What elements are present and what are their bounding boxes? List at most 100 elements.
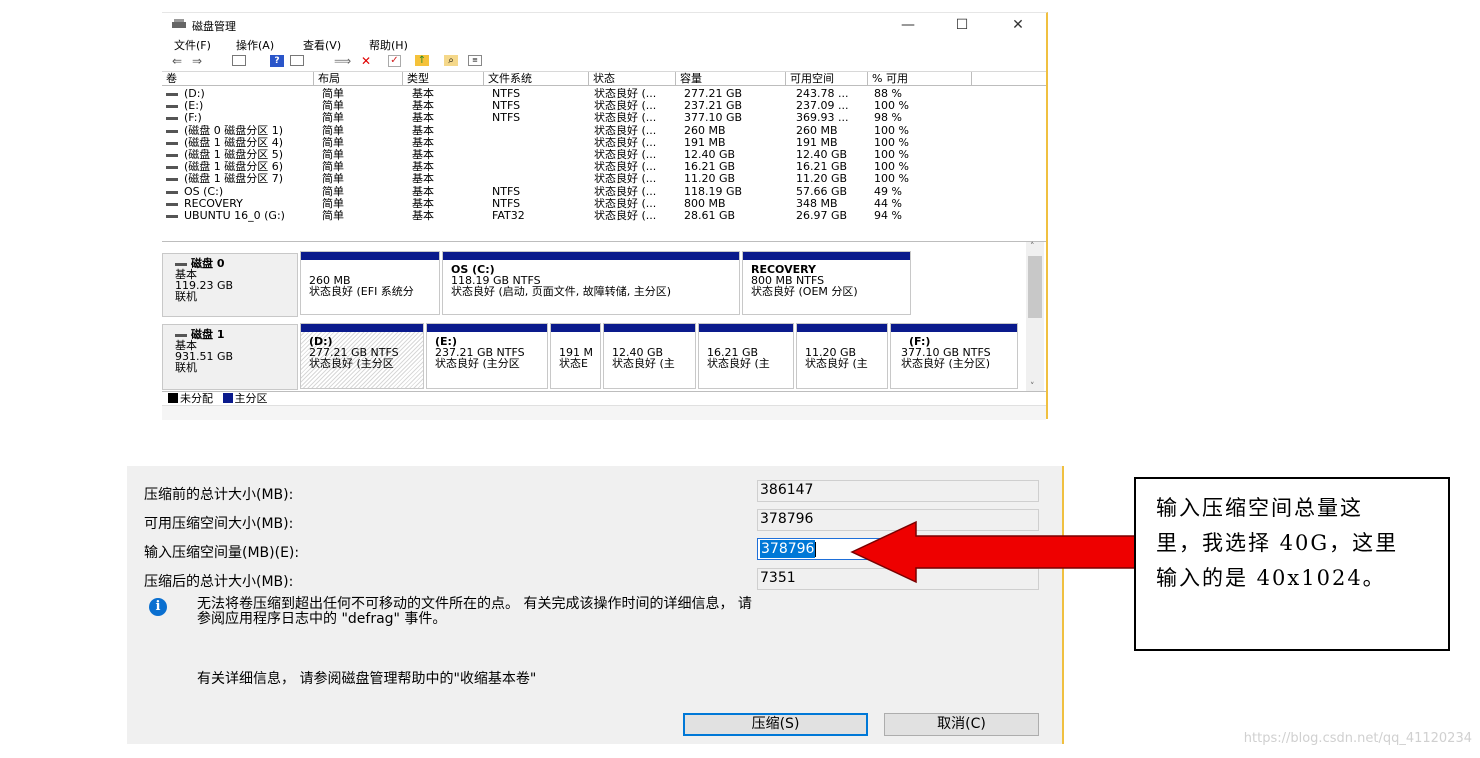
volume-row[interactable]: (磁盘 1 磁盘分区 6) 简单 基本 状态良好 (... 16.21 GB 16.21 …	[162, 161, 1046, 173]
cell-layout: 简单	[322, 173, 344, 186]
cell-layout: 简单	[322, 88, 344, 100]
partition-disk1-7[interactable]: 11.20 GB 状态良好 (主	[796, 323, 888, 389]
partition-status: 状态良好 (主分区)	[901, 357, 991, 370]
column-header-layout[interactable]: 布局	[314, 72, 403, 86]
cell-volume: (磁盘 1 磁盘分区 6)	[184, 161, 284, 174]
cell-type: 基本	[412, 124, 434, 137]
cancel-button[interactable]: 取消(C)	[884, 713, 1039, 736]
cell-volume: RECOVERY	[184, 197, 243, 210]
cell-free: 26.97 GB	[796, 210, 848, 222]
back-arrow-icon[interactable]: ⇐	[170, 55, 184, 67]
cell-free: 191 MB	[796, 136, 838, 149]
cell-filesystem: NTFS	[492, 185, 521, 198]
window-title: 磁盘管理	[192, 20, 236, 33]
cell-volume: (F:)	[184, 112, 202, 125]
cell-type: 基本	[412, 197, 434, 210]
cell-filesystem: NTFS	[492, 88, 521, 100]
partition-status: 状态E	[559, 357, 588, 370]
close-button[interactable]: ✕	[998, 15, 1038, 35]
menu-view[interactable]: 查看(V)	[303, 37, 341, 53]
info-message-line1: 无法将卷压缩到超出任何不可移动的文件所在的点。 有关完成该操作时间的详细信息， …	[197, 596, 752, 612]
scroll-thumb[interactable]	[1028, 256, 1042, 318]
partition-os-c[interactable]: OS (C:) 118.19 GB NTFS 状态良好 (启动, 页面文件, 故…	[442, 251, 740, 315]
column-header-status[interactable]: 状态	[589, 72, 676, 86]
maximize-button[interactable]: ☐	[942, 15, 982, 35]
disk-0-label[interactable]: 磁盘 0 基本 119.23 GB 联机	[162, 253, 298, 317]
import-icon[interactable]: ↑	[415, 55, 429, 66]
volume-row[interactable]: (E:) 简单 基本 NTFS 状态良好 (... 237.21 GB 237.09 ...…	[162, 100, 1046, 112]
cell-free: 243.78 ...	[796, 88, 849, 100]
cell-percent: 44 %	[874, 197, 902, 210]
volume-row[interactable]: RECOVERY 简单 基本 NTFS 状态良好 (... 800 MB 348 MB 44 …	[162, 198, 1046, 210]
column-header-free-space[interactable]: 可用空间	[786, 72, 868, 86]
volume-icon	[166, 93, 178, 96]
column-header-percent-free[interactable]: % 可用	[868, 72, 972, 86]
cell-volume: (D:)	[184, 88, 205, 100]
cell-type: 基本	[412, 136, 434, 149]
column-header-type[interactable]: 类型	[403, 72, 484, 86]
partition-disk1-5[interactable]: 12.40 GB 状态良好 (主	[603, 323, 696, 389]
shrink-button[interactable]: 压缩(S)	[683, 713, 868, 736]
menu-file[interactable]: 文件(F)	[174, 37, 211, 53]
delete-icon[interactable]: ✕	[359, 55, 373, 67]
cell-status: 状态良好 (...	[594, 173, 657, 186]
cell-status: 状态良好 (...	[594, 112, 657, 125]
cell-free: 348 MB	[796, 197, 838, 210]
total-before-field: 386147	[757, 480, 1039, 502]
cell-status: 状态良好 (...	[594, 161, 657, 174]
cell-status: 状态良好 (...	[594, 210, 657, 222]
help-icon[interactable]: ?	[270, 55, 284, 67]
connect-icon[interactable]: ⟹	[334, 55, 351, 67]
volume-row[interactable]: (磁盘 1 磁盘分区 5) 简单 基本 状态良好 (... 12.40 GB 12.40 …	[162, 149, 1046, 161]
volume-row[interactable]: UBUNTU 16_0 (G:) 简单 基本 FAT32 状态良好 (... 28.61 …	[162, 210, 1046, 222]
column-header-volume[interactable]: 卷	[162, 72, 314, 86]
search-icon[interactable]: ⌕	[444, 55, 458, 66]
cell-capacity: 237.21 GB	[684, 100, 743, 113]
status-bar	[162, 405, 1046, 420]
cell-volume: UBUNTU 16_0 (G:)	[184, 210, 285, 222]
cell-status: 状态良好 (...	[594, 88, 657, 100]
list-icon[interactable]: ≡	[468, 55, 482, 66]
cell-status: 状态良好 (...	[594, 197, 657, 210]
partition-disk0-efi[interactable]: 260 MB 状态良好 (EFI 系统分	[300, 251, 440, 315]
cell-capacity: 277.21 GB	[684, 88, 743, 100]
shrink-amount-label: 输入压缩空间量(MB)(E):	[144, 545, 300, 561]
partition-disk1-6[interactable]: 16.21 GB 状态良好 (主	[698, 323, 794, 389]
volume-icon	[166, 202, 178, 206]
cell-capacity: 118.19 GB	[684, 185, 743, 198]
minimize-button[interactable]: —	[888, 15, 928, 35]
console-icon[interactable]	[232, 55, 246, 66]
volume-row[interactable]: (F:) 简单 基本 NTFS 状态良好 (... 377.10 GB 369.93 ...…	[162, 112, 1046, 124]
volume-row[interactable]: (磁盘 0 磁盘分区 1) 简单 基本 状态良好 (... 260 MB 260 MB 10…	[162, 125, 1046, 137]
shrink-amount-value[interactable]: 378796	[760, 540, 816, 558]
volume-row[interactable]: (磁盘 1 磁盘分区 7) 简单 基本 状态良好 (... 11.20 GB 11.20 …	[162, 173, 1046, 185]
cell-percent: 94 %	[874, 210, 902, 222]
cell-free: 16.21 GB	[796, 161, 848, 174]
menu-action[interactable]: 操作(A)	[236, 37, 274, 53]
cell-percent: 100 %	[874, 161, 909, 174]
volume-row[interactable]: (D:) 简单 基本 NTFS 状态良好 (... 277.21 GB 243.78 ...…	[162, 88, 1046, 100]
partition-e[interactable]: (E:) 237.21 GB NTFS 状态良好 (主分区	[426, 323, 548, 389]
volume-row[interactable]: (磁盘 1 磁盘分区 4) 简单 基本 状态良好 (... 191 MB 191 MB 10…	[162, 137, 1046, 149]
column-header-capacity[interactable]: 容量	[676, 72, 786, 86]
volume-row[interactable]: OS (C:) 简单 基本 NTFS 状态良好 (... 118.19 GB 57.66 G…	[162, 186, 1046, 198]
legend-unallocated: 未分配	[180, 392, 213, 405]
annotation-line3: 输入的是 40x1024。	[1156, 566, 1386, 590]
cell-percent: 100 %	[874, 124, 909, 137]
menu-help[interactable]: 帮助(H)	[369, 37, 408, 53]
scroll-up-icon[interactable]: ˄	[1030, 242, 1035, 252]
properties-icon[interactable]	[290, 55, 304, 66]
help-detail-text: 有关详细信息， 请参阅磁盘管理帮助中的"收缩基本卷"	[197, 671, 537, 687]
legend-primary: 主分区	[234, 392, 268, 405]
vertical-scrollbar[interactable]: ˄ ˅	[1026, 242, 1044, 392]
check-icon[interactable]: ✓	[388, 55, 401, 67]
forward-arrow-icon[interactable]: ⇒	[190, 55, 204, 67]
disk-state: 联机	[175, 361, 197, 374]
partition-f[interactable]: (F:) 377.10 GB NTFS 状态良好 (主分区)	[890, 323, 1018, 389]
partition-d[interactable]: (D:) 277.21 GB NTFS 状态良好 (主分区	[300, 323, 424, 389]
partition-disk1-4[interactable]: 191 M 状态E	[550, 323, 601, 389]
cell-capacity: 28.61 GB	[684, 210, 736, 222]
partition-recovery[interactable]: RECOVERY 800 MB NTFS 状态良好 (OEM 分区)	[742, 251, 911, 315]
column-header-filesystem[interactable]: 文件系统	[484, 72, 589, 86]
disk-1-label[interactable]: 磁盘 1 基本 931.51 GB 联机	[162, 324, 298, 390]
